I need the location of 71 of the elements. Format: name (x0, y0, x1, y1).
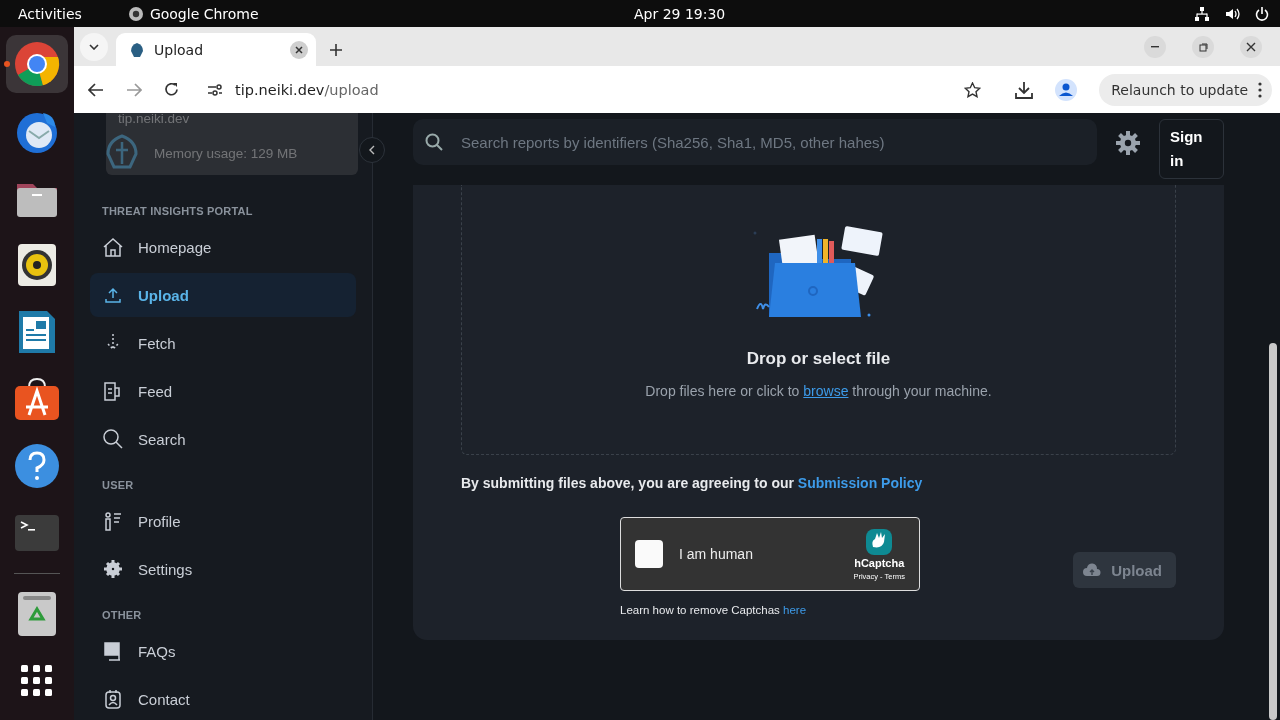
terminal-icon (14, 514, 60, 552)
captcha-note: Learn how to remove Captchas here (620, 604, 808, 616)
chevron-left-icon (369, 145, 375, 155)
captcha-brand: hCaptcha (854, 557, 905, 569)
browse-link[interactable]: browse (803, 383, 849, 399)
file-drop-zone[interactable]: Drop or select file Drop files here or click to browse through your machine. (461, 185, 1176, 455)
nav-item[interactable]: Fetch (90, 321, 356, 365)
nav-item[interactable]: Settings (90, 547, 356, 591)
home-icon (102, 236, 124, 258)
caret-icon (89, 44, 99, 50)
drop-title: Drop or select file (746, 349, 891, 369)
contact-icon (102, 688, 124, 710)
maximize-button[interactable] (1192, 36, 1214, 58)
chrome-icon (127, 5, 144, 22)
more-icon (1258, 81, 1262, 98)
network-icon[interactable] (1194, 5, 1210, 22)
policy-notice: By submitting files above, you are agreeing to our Submission Policy (461, 475, 924, 491)
section-heading: THREAT INSIGHTS PORTAL (101, 204, 254, 219)
profile-avatar-icon[interactable] (1055, 78, 1078, 101)
power-icon[interactable] (1254, 5, 1270, 22)
nav-item[interactable]: Homepage (90, 225, 356, 269)
site-name: tip.neiki.dev (118, 111, 191, 126)
app-name[interactable]: Google Chrome (149, 5, 259, 22)
here-link[interactable]: here (783, 604, 807, 616)
nav-item[interactable]: FAQs (90, 629, 356, 673)
nav-item[interactable]: Feed (90, 369, 356, 413)
new-tab-icon[interactable] (330, 44, 342, 56)
site-settings-icon[interactable] (207, 82, 223, 97)
dock-item[interactable] (6, 35, 68, 93)
activities-button[interactable]: Activities (18, 5, 82, 22)
shopping-bag-icon (14, 377, 60, 421)
tab-list-button[interactable] (80, 33, 108, 61)
captcha-checkbox[interactable] (635, 540, 663, 568)
memory-usage: Memory usage: 129 MB (154, 146, 299, 161)
section-heading: USER (101, 478, 135, 493)
reload-icon[interactable] (164, 82, 179, 97)
browser-tab[interactable]: Upload (116, 33, 316, 66)
cloud-upload-icon (1083, 563, 1102, 577)
nav-item[interactable]: Upload (90, 273, 356, 317)
close-icon[interactable] (290, 40, 308, 59)
app-grid-icon (21, 665, 53, 697)
search-icon (102, 428, 124, 450)
submission-policy-link[interactable]: Submission Policy (797, 475, 923, 491)
star-icon[interactable] (964, 81, 982, 98)
back-icon[interactable] (88, 82, 104, 97)
minimize-icon (1151, 46, 1159, 48)
close-icon (1246, 42, 1256, 52)
drop-hint: Drop files here or click to browse through your machine. (645, 383, 992, 399)
speaker-icon (17, 243, 57, 287)
scrollbar-thumb[interactable] (1269, 343, 1277, 720)
download-icon[interactable] (1015, 80, 1034, 99)
captcha-label: I am human (679, 546, 753, 562)
hand-logo-icon (864, 527, 895, 557)
clock[interactable]: Apr 29 19:30 (634, 5, 726, 22)
nav-item[interactable]: Contact (90, 677, 356, 720)
relaunch-button[interactable]: Relaunch to update (1099, 73, 1272, 106)
restore-icon (1198, 42, 1208, 52)
trash-icon (17, 591, 57, 637)
settings-icon (102, 558, 124, 580)
nav-item[interactable]: Search (90, 417, 356, 461)
search-field[interactable]: Search reports by identifiers (Sha256, Sha1, MD5, other hahes) (413, 119, 1097, 165)
document-icon (17, 309, 57, 355)
forward-icon[interactable] (126, 82, 142, 97)
profile-icon (102, 510, 124, 532)
sign-in-button[interactable]: Sign in (1159, 119, 1224, 179)
settings-icon[interactable] (1115, 130, 1141, 156)
help-icon (14, 443, 60, 489)
chrome-icon (13, 40, 61, 88)
nav-item[interactable]: Profile (90, 499, 356, 543)
section-heading: OTHER (101, 608, 143, 623)
close-button[interactable] (1240, 36, 1262, 58)
